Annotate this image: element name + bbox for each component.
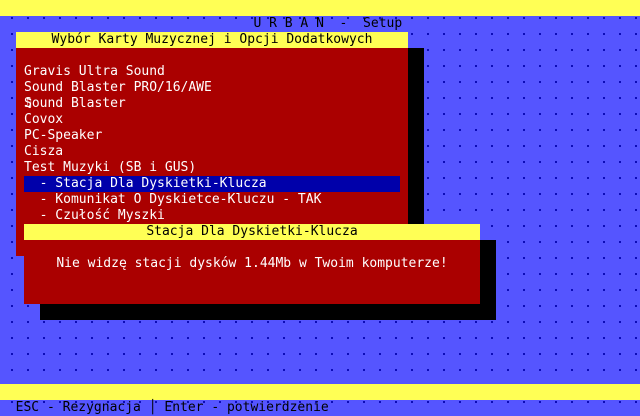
menu-item-pc-speaker[interactable]: PC-Speaker bbox=[24, 128, 400, 144]
app-title: U R B A N - Setup bbox=[253, 16, 403, 31]
menu-item-label: - Czułość Myszki bbox=[24, 208, 165, 223]
menu-window: Wybór Karty Muzycznej i Opcji Dodatkowyc… bbox=[16, 32, 408, 256]
menu-item-komunikat[interactable]: - Komunikat O Dyskietce-Kluczu - TAK bbox=[24, 192, 400, 208]
footer-bar: ESC - Rezygnacja │ Enter - potwierdzenie bbox=[0, 384, 640, 415]
menu-item-label: Sound Blaster bbox=[24, 96, 126, 111]
menu-item-label: Sound Blaster PRO/16/AWE bbox=[24, 80, 212, 95]
menu-item-label: Cisza bbox=[24, 144, 64, 159]
menu-item-sound-blaster[interactable]: Sound Blaster bbox=[24, 96, 400, 112]
dialog-window: Stacja Dla Dyskietki-Klucza Nie widzę st… bbox=[24, 224, 480, 304]
menu-item-label: Test Muzyki (SB i GUS) bbox=[24, 160, 197, 175]
menu-item-label: - Komunikat O Dyskietce-Kluczu - TAK bbox=[24, 192, 322, 207]
menu-item-label: Covox bbox=[24, 112, 64, 127]
menu-item-cisza[interactable]: Cisza bbox=[24, 144, 400, 160]
menu-title: Wybór Karty Muzycznej i Opcji Dodatkowyc… bbox=[16, 32, 408, 48]
menu-item-label: - Stacja Dla Dyskietki-Klucza bbox=[24, 176, 267, 191]
menu-item-gravis[interactable]: Gravis Ultra Sound bbox=[24, 64, 400, 80]
footer-hint: ESC - Rezygnacja │ Enter - potwierdzenie bbox=[15, 400, 329, 415]
menu-item-label: Gravis Ultra Sound bbox=[24, 64, 165, 79]
dialog-message: Nie widzę stacji dysków 1.44Mb w Twoim k… bbox=[56, 256, 448, 271]
menu-item-sb-pro[interactable]: Sound Blaster PRO/16/AWE bbox=[24, 80, 400, 96]
menu-item-test-muzyki[interactable]: Test Muzyki (SB i GUS) bbox=[24, 160, 400, 176]
menu-item-covox[interactable]: Covox bbox=[24, 112, 400, 128]
menu-item-label: PC-Speaker bbox=[24, 128, 103, 143]
dialog-title: Stacja Dla Dyskietki-Klucza bbox=[24, 224, 480, 240]
menu-item-stacja[interactable]: - Stacja Dla Dyskietki-Klucza bbox=[24, 176, 400, 192]
menu-item-czulosc[interactable]: - Czułość Myszki bbox=[24, 208, 400, 224]
header-bar: U R B A N - Setup bbox=[0, 0, 640, 31]
